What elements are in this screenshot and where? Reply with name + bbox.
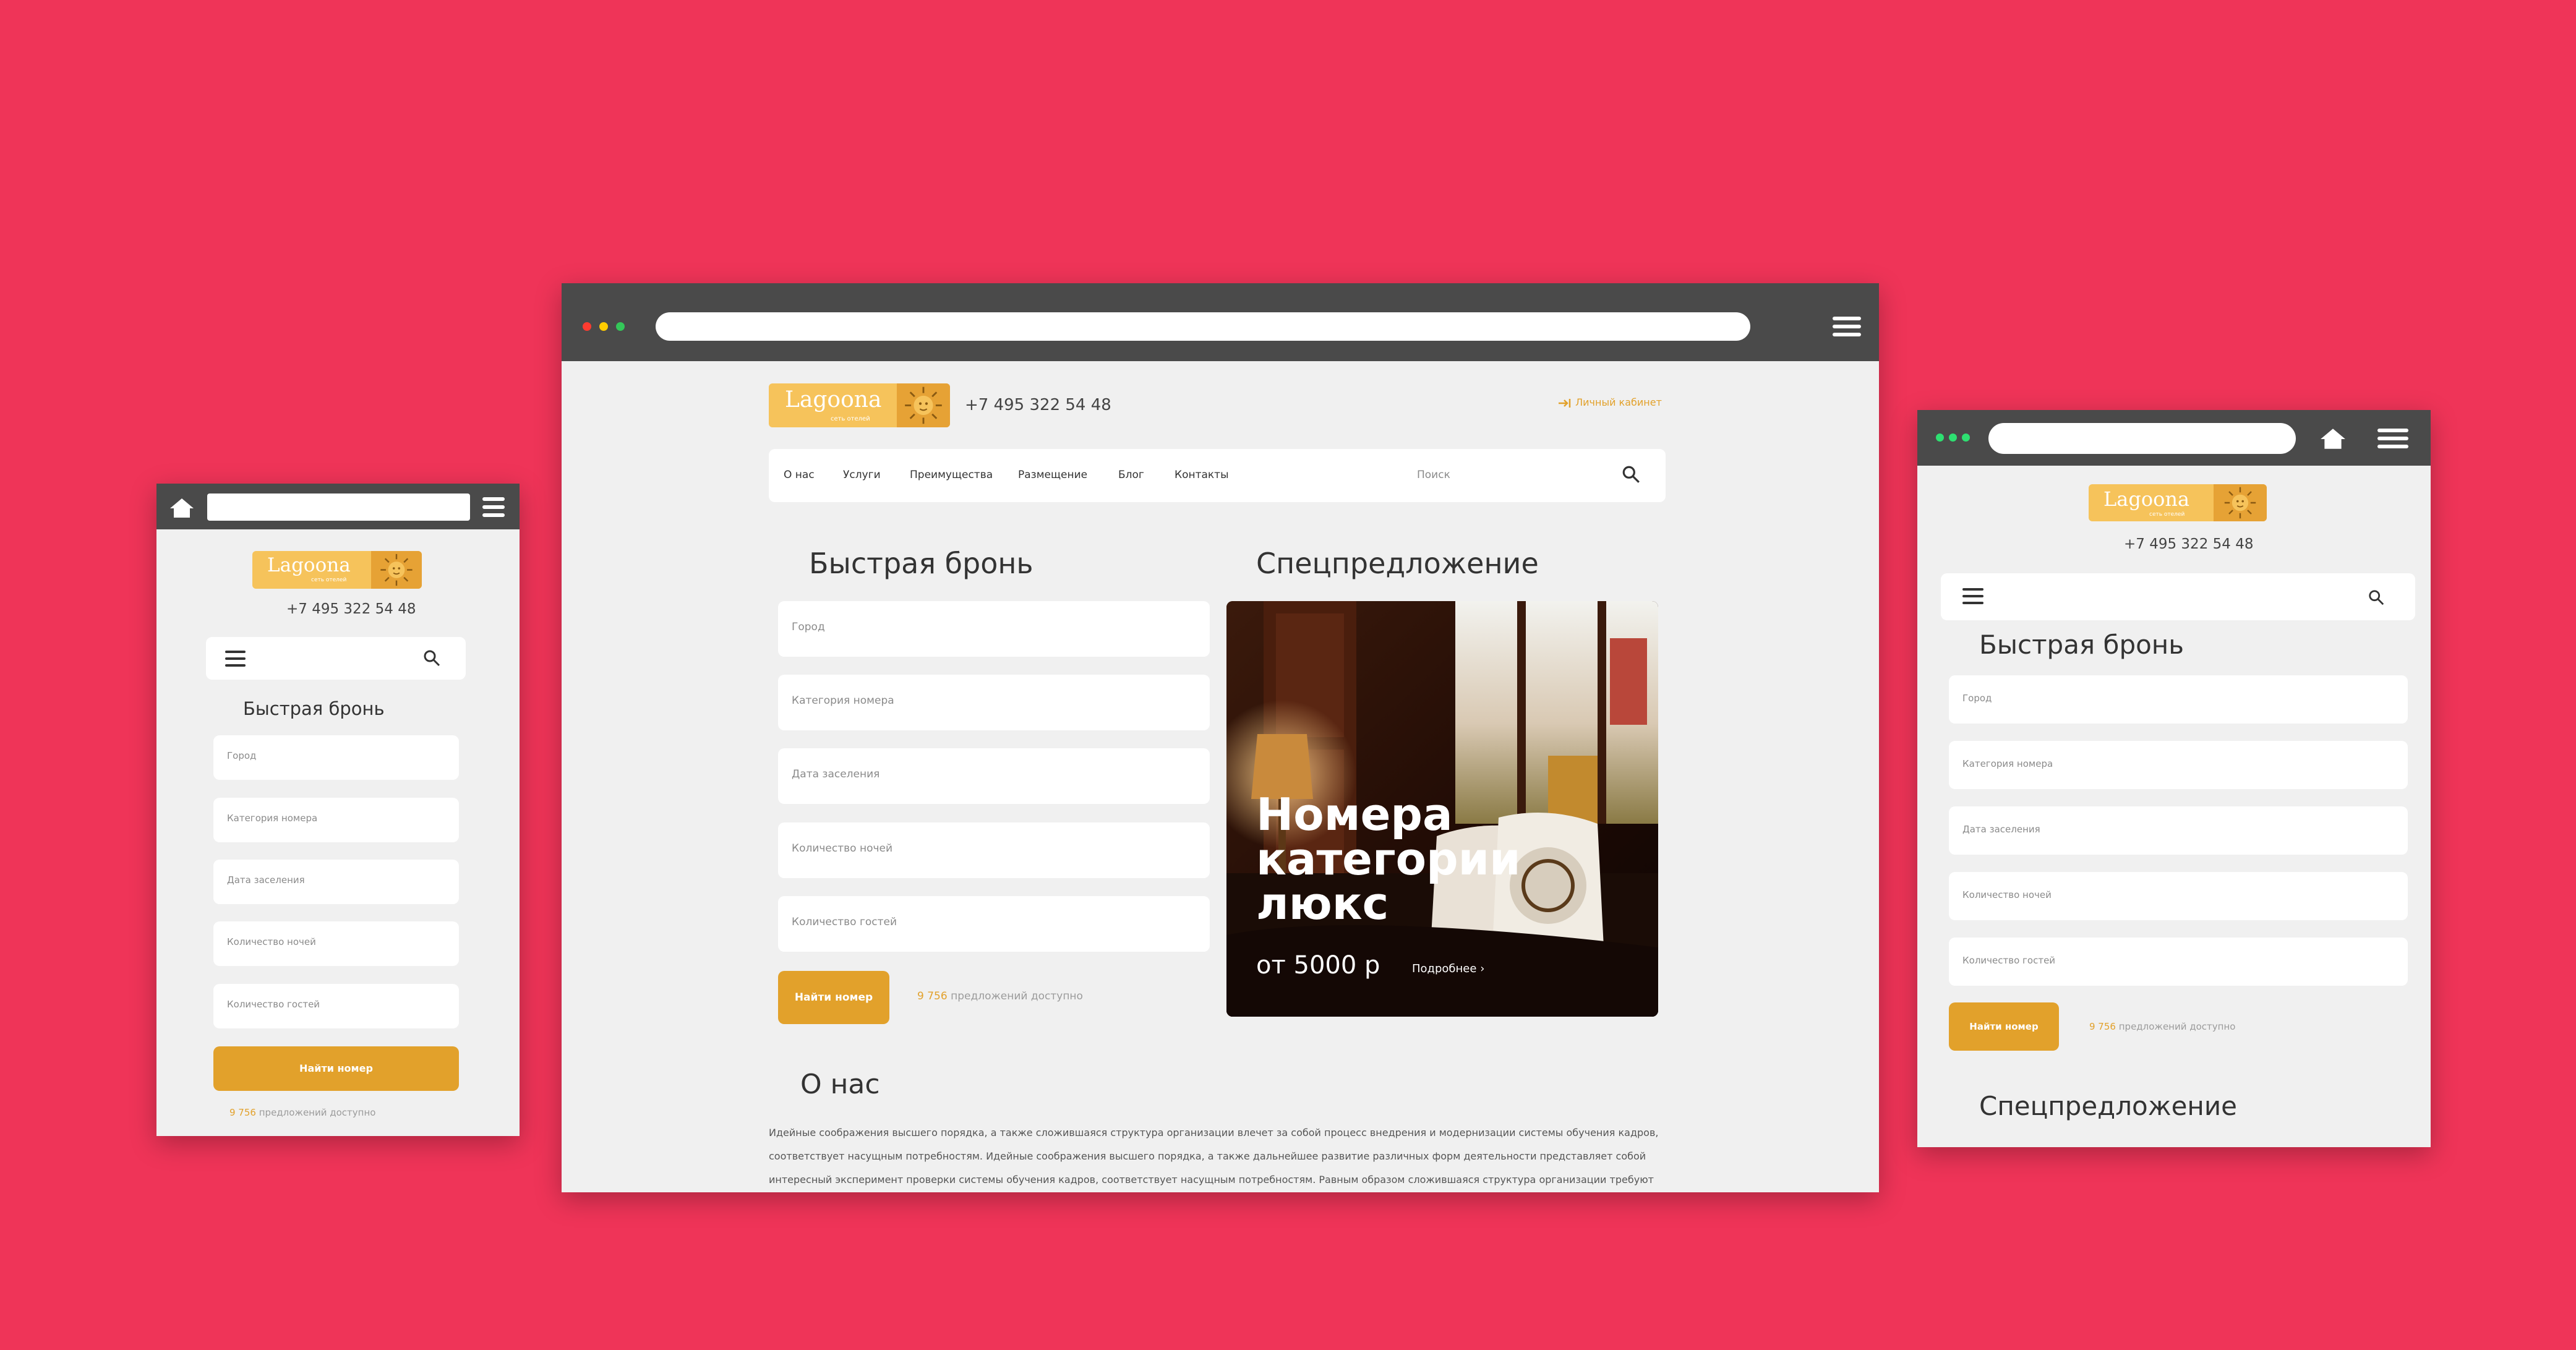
guests-count-field[interactable]: Количество гостей	[213, 984, 459, 1028]
desktop-browser-bar	[562, 283, 1879, 361]
available-offers: 9 756 предложений доступно	[229, 1107, 376, 1118]
mobile-browser-bar	[156, 484, 520, 529]
about-text-line: Идейные соображения высшего порядка, а т…	[769, 1127, 1659, 1139]
address-bar[interactable]	[656, 312, 1750, 341]
maximize-dot[interactable]	[1962, 434, 1970, 442]
phone-number[interactable]: +7 495 322 54 48	[286, 601, 416, 617]
nav-item-contacts[interactable]: Контакты	[1175, 469, 1229, 481]
city-field[interactable]: Город	[213, 735, 459, 780]
personal-cabinet-link[interactable]: Личный кабинет	[1557, 396, 1662, 409]
main-nav: О нас Услуги Преимущества Размещение Бло…	[769, 449, 1666, 502]
maximize-dot[interactable]	[616, 322, 625, 331]
find-room-button[interactable]: Найти номер	[778, 971, 889, 1024]
nav-item-advantages[interactable]: Преимущества	[910, 469, 993, 481]
mobile-frame: Lagoona сеть отелей +7 495 322 54 48 Быс…	[156, 484, 520, 1136]
tablet-frame: Lagoona сеть отелей +7 495 322 54 48 Быс…	[1917, 410, 2431, 1147]
mobile-nav-bar	[206, 637, 466, 680]
address-bar[interactable]	[1988, 423, 2296, 454]
logo-tagline: сеть отелей	[831, 416, 870, 422]
nights-count-field[interactable]: Количество ночей	[1949, 872, 2408, 920]
guests-count-field[interactable]: Количество гостей	[1949, 938, 2408, 986]
sun-emblem-icon	[2214, 484, 2267, 521]
about-text-line: интересный эксперимент проверки системы …	[769, 1174, 1654, 1186]
minimize-dot[interactable]	[1949, 434, 1957, 442]
booking-title: Быстрая бронь	[1979, 630, 2184, 660]
nav-item-accommodation[interactable]: Размещение	[1018, 469, 1087, 481]
logo-wordmark: Lagoona	[785, 387, 882, 412]
checkin-date-field[interactable]: Дата заселения	[778, 748, 1210, 804]
home-icon[interactable]	[169, 497, 195, 518]
booking-title: Быстрая бронь	[809, 547, 1033, 580]
special-offer-title: Спецпредложение	[1979, 1091, 2238, 1121]
address-bar[interactable]	[207, 493, 470, 521]
checkin-date-field[interactable]: Дата заселения	[1949, 806, 2408, 855]
phone-number[interactable]: +7 495 322 54 48	[2124, 536, 2253, 552]
login-arrow-icon	[1559, 398, 1571, 408]
sun-emblem-icon	[371, 551, 422, 589]
menu-icon[interactable]	[482, 496, 505, 518]
tablet-nav-bar	[1941, 573, 2415, 620]
nights-count-field[interactable]: Количество ночей	[778, 822, 1210, 878]
logo-wordmark: Lagoona	[2103, 487, 2190, 511]
phone-number[interactable]: +7 495 322 54 48	[965, 396, 1111, 414]
chevron-right-icon: ›	[1480, 962, 1485, 975]
offer-headline-line2: категории	[1256, 833, 1521, 885]
close-dot[interactable]	[1936, 434, 1944, 442]
search-input[interactable]: Поиск	[1417, 469, 1450, 481]
logo[interactable]: Lagoona сеть отелей	[2089, 484, 2267, 521]
search-icon[interactable]	[2368, 589, 2385, 606]
offer-headline-line1: Номера	[1256, 788, 1453, 840]
nav-menu-icon[interactable]	[1962, 588, 1983, 605]
logo-tagline: сеть отелей	[2149, 511, 2185, 518]
close-dot[interactable]	[583, 322, 591, 331]
menu-icon[interactable]	[1833, 315, 1861, 338]
search-icon[interactable]	[422, 649, 441, 667]
offer-price: от 5000 р	[1256, 951, 1380, 980]
nav-item-blog[interactable]: Блог	[1118, 469, 1144, 481]
about-text-line: соответствует насущным потребностям. Иде…	[769, 1150, 1646, 1162]
guests-count-field[interactable]: Количество гостей	[778, 896, 1210, 952]
room-category-field[interactable]: Категория номера	[778, 675, 1210, 730]
booking-title: Быстрая бронь	[243, 698, 385, 719]
nav-item-about[interactable]: О нас	[784, 469, 815, 481]
about-title: О нас	[800, 1069, 880, 1100]
nights-count-field[interactable]: Количество ночей	[213, 921, 459, 966]
logo-tagline: сеть отелей	[311, 577, 347, 583]
desktop-frame: Lagoona сеть отелей +7 495 322 54 48 Лич…	[562, 283, 1879, 1192]
minimize-dot[interactable]	[599, 322, 608, 331]
checkin-date-field[interactable]: Дата заселения	[213, 860, 459, 904]
home-icon[interactable]	[2319, 427, 2347, 450]
menu-icon[interactable]	[2377, 427, 2408, 450]
special-offer-card[interactable]: Номера категории люкс от 5000 р Подробне…	[1226, 601, 1658, 1017]
find-room-button[interactable]: Найти номер	[1949, 1002, 2059, 1051]
available-offers: 9 756 предложений доступно	[2089, 1021, 2236, 1032]
city-field[interactable]: Город	[1949, 675, 2408, 724]
offer-more-link[interactable]: Подробнее ›	[1412, 962, 1484, 975]
room-category-field[interactable]: Категория номера	[1949, 741, 2408, 789]
nav-item-services[interactable]: Услуги	[843, 469, 881, 481]
search-icon[interactable]	[1621, 464, 1641, 484]
logo[interactable]: Lagoona сеть отелей	[769, 383, 950, 427]
tablet-browser-bar	[1917, 410, 2431, 466]
find-room-button[interactable]: Найти номер	[213, 1046, 459, 1091]
available-offers: 9 756 предложений доступно	[917, 990, 1083, 1002]
city-field[interactable]: Город	[778, 601, 1210, 657]
logo-wordmark: Lagoona	[267, 554, 351, 576]
logo[interactable]: Lagoona сеть отелей	[252, 551, 422, 589]
special-offer-title: Спецпредложение	[1256, 547, 1539, 580]
nav-menu-icon[interactable]	[225, 651, 246, 667]
offer-headline-line3: люкс	[1256, 878, 1389, 929]
room-category-field[interactable]: Категория номера	[213, 798, 459, 842]
sun-emblem-icon	[897, 383, 950, 427]
